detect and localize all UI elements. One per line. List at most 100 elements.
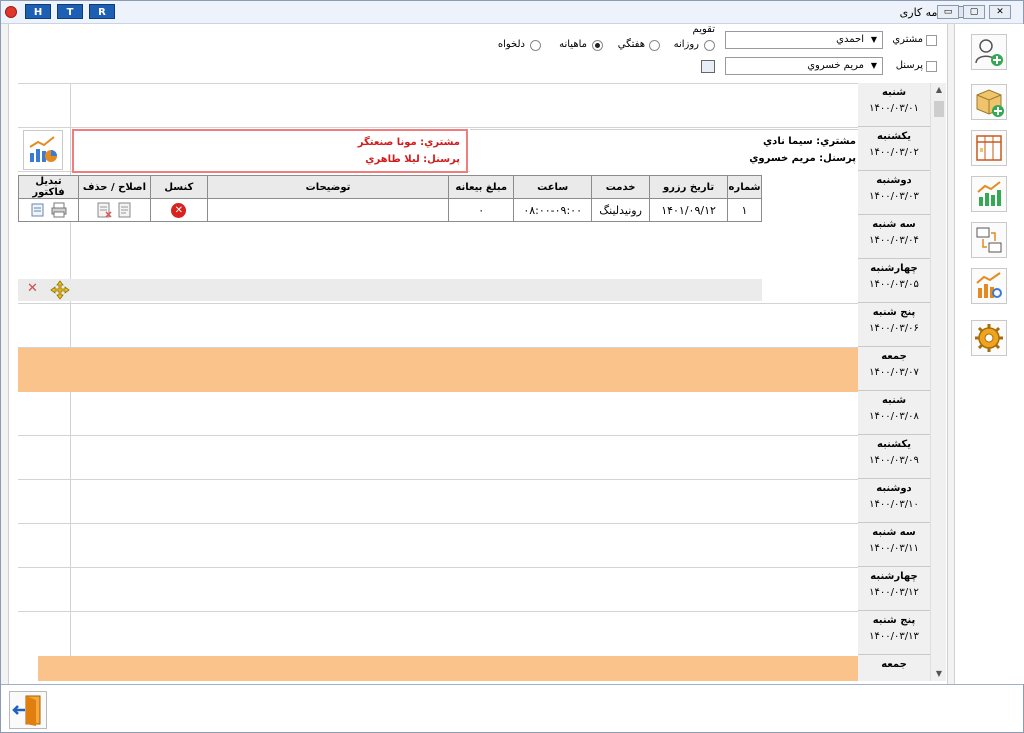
day-date: ۱۴۰۰/۰۳/۰۳ xyxy=(869,191,919,202)
radio-monthly[interactable] xyxy=(592,40,603,51)
schedule-area: مشتري: مونا صنعتگر پرسنل: ليلا طاهري مشت… xyxy=(18,83,946,681)
day-date: ۱۴۰۰/۰۳/۰۲ xyxy=(869,147,919,158)
scroll-thumb[interactable] xyxy=(934,101,944,117)
left-splitter[interactable] xyxy=(1,24,9,684)
customer-checkbox[interactable] xyxy=(926,35,937,46)
cell-description xyxy=(206,198,450,222)
col-service[interactable]: خدمت xyxy=(591,175,651,199)
invoice-icon[interactable] xyxy=(29,202,47,218)
add-package-icon xyxy=(976,89,1004,117)
radio-weekly[interactable] xyxy=(649,40,660,51)
col-edit-delete[interactable]: اصلاح / حذف xyxy=(78,175,151,199)
side-toolbar xyxy=(956,24,1024,684)
day-cell[interactable]: چهارشنبه ۱۴۰۰/۰۳/۱۲ xyxy=(858,567,930,611)
cell-edit-delete xyxy=(78,198,151,222)
col-description[interactable]: توضيحات xyxy=(206,175,450,199)
day-cell[interactable]: پنج شنبه ۱۴۰۰/۰۳/۱۳ xyxy=(858,611,930,655)
day-date: ۱۴۰۰/۰۳/۰۴ xyxy=(869,235,919,246)
day-date: ۱۴۰۰/۰۳/۰۸ xyxy=(869,411,919,422)
exit-door-icon xyxy=(12,695,41,726)
add-customer-button[interactable] xyxy=(971,34,1007,70)
row-divider xyxy=(18,127,858,128)
staff-checkbox[interactable] xyxy=(926,61,937,72)
bottom-bar xyxy=(1,684,1023,732)
cell-date: ۱۴۰۱/۰۹/۱۲ xyxy=(649,198,729,222)
radio-daily[interactable] xyxy=(704,40,715,51)
staff-label: پرسنل xyxy=(895,60,923,71)
report-button[interactable] xyxy=(971,268,1007,304)
radio-custom[interactable] xyxy=(530,40,541,51)
appointment-right-box[interactable]: مشتري: سيما نادي پرسنل: مريم خسروي xyxy=(470,129,858,173)
delete-icon[interactable] xyxy=(95,202,113,218)
customer-select[interactable]: احمدي ▼ xyxy=(725,31,883,49)
chart-button[interactable] xyxy=(971,176,1007,212)
day-cell[interactable]: شنبه ۱۴۰۰/۰۳/۰۱ xyxy=(858,83,930,127)
right-splitter[interactable] xyxy=(947,24,955,684)
day-name: سه شنبه xyxy=(872,527,916,538)
cancel-icon[interactable]: ✕ xyxy=(171,202,187,218)
cell-service: رونيدلينگ xyxy=(591,198,651,222)
close-dot-icon[interactable] xyxy=(5,6,17,18)
edit-icon[interactable] xyxy=(116,202,134,218)
print-icon[interactable] xyxy=(50,202,68,218)
close-button[interactable]: ✕ xyxy=(989,5,1011,19)
day-cell[interactable]: دوشنبه ۱۴۰۰/۰۳/۰۳ xyxy=(858,171,930,215)
t-button[interactable]: T xyxy=(57,4,83,19)
day-cell[interactable]: جمعه ۱۴۰۰/۰۳/۰۷ xyxy=(858,347,930,391)
chart-button[interactable] xyxy=(23,130,63,170)
col-convert-invoice[interactable]: تبديل فاكتور xyxy=(18,175,80,199)
scroll-up-icon[interactable]: ▲ xyxy=(931,83,946,97)
day-name: يكشنبه xyxy=(877,131,911,142)
r-button[interactable]: R xyxy=(89,4,115,19)
friday-row xyxy=(18,348,858,392)
vertical-scrollbar[interactable]: ▲ ▼ xyxy=(930,83,946,681)
col-time[interactable]: ساعت xyxy=(513,175,593,199)
day-cell[interactable]: جمعه xyxy=(858,655,930,681)
exit-button[interactable] xyxy=(9,691,47,729)
row-divider xyxy=(18,479,858,480)
transfer-button[interactable] xyxy=(971,222,1007,258)
report-icon xyxy=(976,272,1002,298)
col-number[interactable]: شماره xyxy=(727,175,762,199)
appointment-right-staff: پرسنل: مريم خسروي xyxy=(749,153,856,164)
appointment-note-box[interactable]: مشتري: مونا صنعتگر پرسنل: ليلا طاهري xyxy=(72,129,468,173)
col-deposit[interactable]: مبلغ بيعانه xyxy=(448,175,515,199)
day-cell[interactable]: چهارشنبه ۱۴۰۰/۰۳/۰۵ xyxy=(858,259,930,303)
close-icon[interactable]: ✕ xyxy=(27,281,38,296)
day-cell[interactable]: يكشنبه ۱۴۰۰/۰۳/۰۲ xyxy=(858,127,930,171)
table-button[interactable] xyxy=(971,130,1007,166)
table-row[interactable]: ۱ ۱۴۰۱/۰۹/۱۲ رونيدلينگ ۰۸:۰۰-۰۹:۰۰ ۰ ✕ xyxy=(18,198,762,222)
day-cell[interactable]: سه شنبه ۱۴۰۰/۰۳/۱۱ xyxy=(858,523,930,567)
minimize-button[interactable]: ▭ xyxy=(937,5,959,19)
calendar-group-label: تقويم xyxy=(692,24,715,35)
row-divider xyxy=(18,523,858,524)
chevron-down-icon: ▼ xyxy=(870,35,878,44)
day-date: ۱۴۰۰/۰۳/۱۳ xyxy=(869,631,919,642)
move-icon[interactable] xyxy=(50,280,70,300)
settings-button[interactable] xyxy=(971,320,1007,356)
staff-value: مريم خسروي xyxy=(807,60,864,71)
col-reserve-date[interactable]: تاريخ رزرو xyxy=(649,175,729,199)
add-package-button[interactable] xyxy=(971,84,1007,120)
h-button[interactable]: H xyxy=(25,4,51,19)
day-date: ۱۴۰۰/۰۳/۰۹ xyxy=(869,455,919,466)
day-cell[interactable]: شنبه ۱۴۰۰/۰۳/۰۸ xyxy=(858,391,930,435)
maximize-button[interactable]: ▢ xyxy=(963,5,985,19)
day-name: پنج شنبه xyxy=(872,615,916,626)
day-cell[interactable]: پنج شنبه ۱۴۰۰/۰۳/۰۶ xyxy=(858,303,930,347)
scroll-down-icon[interactable]: ▼ xyxy=(931,667,946,681)
day-cell[interactable]: يكشنبه ۱۴۰۰/۰۳/۰۹ xyxy=(858,435,930,479)
radio-weekly-label: هفتگي xyxy=(617,39,645,50)
staff-select[interactable]: مريم خسروي ▼ xyxy=(725,57,883,75)
radio-custom-label: دلخواه xyxy=(497,39,525,50)
day-cell[interactable]: سه شنبه ۱۴۰۰/۰۳/۰۴ xyxy=(858,215,930,259)
day-name: جمعه xyxy=(881,659,907,670)
day-cell[interactable]: دوشنبه ۱۴۰۰/۰۳/۱۰ xyxy=(858,479,930,523)
settings-icon xyxy=(975,324,1003,352)
customer-label: مشتري xyxy=(892,34,923,45)
calendar-icon[interactable] xyxy=(701,60,715,73)
radio-monthly-label: ماهيانه xyxy=(559,39,587,50)
row-divider xyxy=(18,83,858,84)
friday-row xyxy=(38,656,858,681)
col-cancel[interactable]: كنسل xyxy=(149,175,208,199)
